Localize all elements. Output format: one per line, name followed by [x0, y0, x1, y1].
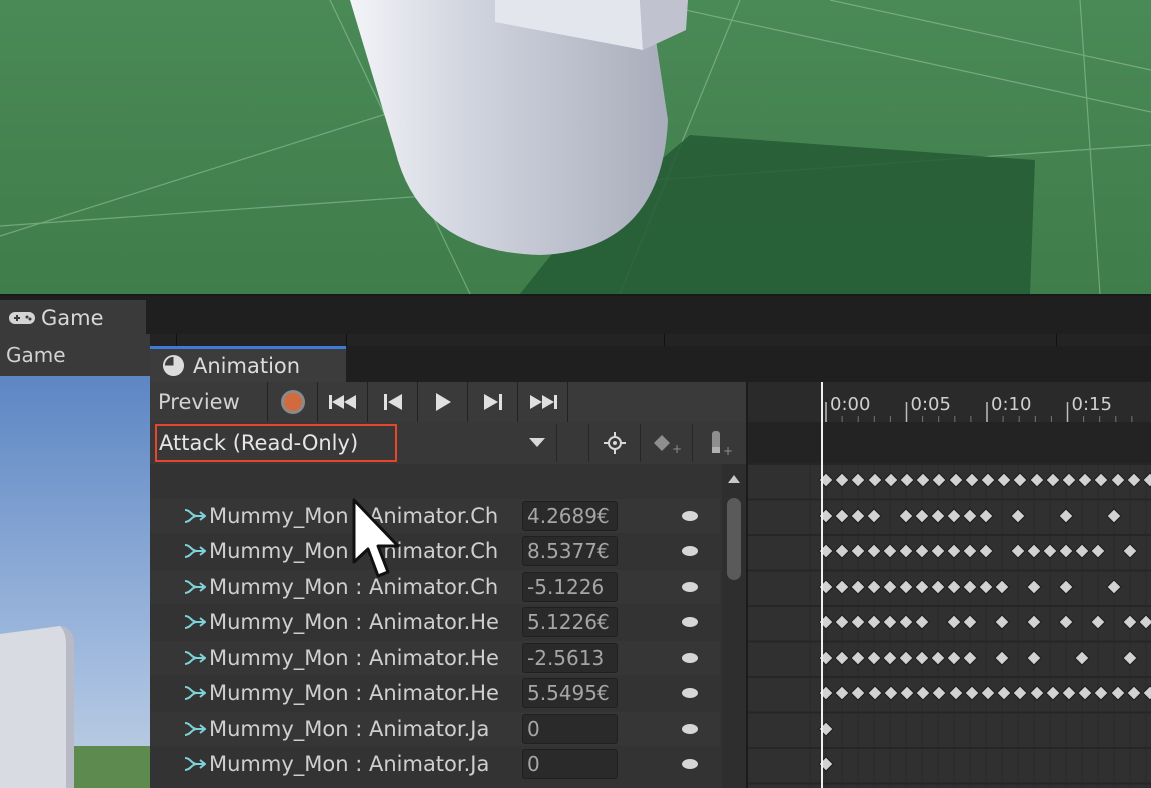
curve-icon — [184, 544, 206, 558]
key-toggle-button[interactable] — [682, 653, 698, 663]
property-value-field[interactable]: 0 — [522, 749, 618, 779]
property-value-field[interactable]: 5.1226€ — [522, 607, 618, 637]
animation-tab-label: Animation — [193, 353, 301, 378]
game-tab-label: Game — [41, 306, 104, 330]
game-display-dropdown[interactable]: Game — [6, 343, 66, 367]
tab-animation[interactable]: Animation — [150, 346, 346, 382]
key-toggle-button[interactable] — [682, 759, 698, 769]
property-row[interactable]: Mummy_Mon : Animator.Ja 0 — [150, 712, 720, 746]
property-list[interactable]: Mummy_Mon : Animator.Ch 4.2689€ Mummy_Mo… — [150, 464, 746, 788]
curve-icon — [184, 580, 206, 594]
property-value-field[interactable]: 0 — [522, 714, 618, 744]
dopesheet-canvas: 0:00 0:05 0:10 0:15 — [748, 382, 1151, 788]
last-key-icon — [529, 395, 557, 409]
property-name: Mummy_Mon : Animator.Ja — [209, 752, 490, 776]
property-row[interactable]: Mummy_Mon : Animator.Ch 8.5377€ — [150, 534, 720, 568]
chevron-down-icon[interactable] — [528, 436, 546, 448]
key-toggle-button[interactable] — [682, 511, 698, 521]
property-value-field[interactable]: 8.5377€ — [522, 536, 618, 566]
animation-window: Animation Preview Attack (Read-Only) + +… — [150, 346, 1151, 788]
key-toggle-button[interactable] — [682, 617, 698, 627]
property-name: Mummy_Mon : Animator.He — [209, 646, 499, 670]
curve-icon — [184, 509, 206, 523]
clock-icon — [162, 354, 185, 377]
clip-toolbar: Attack (Read-Only) + + — [150, 422, 746, 464]
next-key-icon — [483, 394, 502, 410]
property-row[interactable]: Mummy_Mon : Animator.Ja 0 — [150, 747, 720, 781]
clip-dropdown[interactable]: Attack (Read-Only) — [155, 424, 397, 462]
ruler-tick-label: 0:15 — [1072, 394, 1112, 415]
property-row[interactable]: Mummy_Mon : Animator.Ch -5.1226 — [150, 570, 720, 604]
property-row[interactable]: Mummy_Mon : Animator.He -2.5613 — [150, 641, 720, 675]
record-icon — [280, 390, 305, 414]
property-scrollbar[interactable] — [722, 464, 746, 788]
divider — [556, 424, 557, 462]
play-icon — [435, 393, 451, 411]
scene-view[interactable] — [0, 0, 1151, 294]
divider — [1056, 334, 1057, 346]
property-row[interactable]: Mummy_Mon : Animator.He 5.5495€ — [150, 676, 720, 710]
dopesheet[interactable]: 0:00 0:05 0:10 0:15 — [746, 382, 1151, 788]
ruler-tick-label: 0:10 — [991, 394, 1031, 415]
divider — [176, 334, 177, 346]
play-button[interactable] — [418, 382, 468, 422]
last-key-button[interactable] — [518, 382, 568, 422]
first-key-icon — [328, 395, 356, 409]
unity-editor: Game Game Animation Preview Attack (Read… — [0, 0, 1151, 788]
game-view[interactable] — [0, 376, 150, 788]
game-tabbar: Game — [0, 294, 1151, 336]
property-value-field[interactable]: 5.5495€ — [522, 678, 618, 708]
property-name: Mummy_Mon : Animator.He — [209, 681, 499, 705]
curve-icon — [184, 686, 206, 700]
property-value-field[interactable]: -5.1226 — [522, 572, 618, 602]
key-toggle-button[interactable] — [682, 688, 698, 698]
tab-game[interactable]: Game — [0, 300, 146, 336]
curve-icon — [184, 722, 206, 736]
gamepad-icon — [9, 312, 35, 324]
game-toolbar[interactable]: Game — [0, 334, 150, 376]
divider — [664, 334, 665, 346]
curve-icon — [184, 651, 206, 665]
ruler-tick-label: 0:00 — [830, 394, 870, 415]
playback-toolbar: Preview — [150, 382, 746, 454]
curve-icon — [184, 757, 206, 771]
property-value-field[interactable]: -2.5613 — [522, 643, 618, 673]
key-toggle-button[interactable] — [682, 582, 698, 592]
curve-icon — [184, 615, 206, 629]
mouse-cursor-icon — [352, 498, 400, 578]
keyframe-area — [748, 464, 1151, 788]
ruler-tick-label: 0:05 — [911, 394, 951, 415]
key-toggle-button[interactable] — [682, 724, 698, 734]
svg-text:+: + — [672, 442, 682, 454]
divider — [346, 334, 347, 346]
animation-tabstrip: Animation — [150, 346, 1151, 382]
svg-text:+: + — [723, 444, 733, 456]
property-row[interactable]: Mummy_Mon : Animator.He 5.1226€ — [150, 605, 720, 639]
crosshair-icon — [603, 432, 626, 454]
add-keyframe-button[interactable]: + — [640, 424, 692, 462]
property-value-field[interactable]: 4.2689€ — [522, 501, 618, 531]
prev-key-button[interactable] — [368, 382, 418, 422]
property-name: Mummy_Mon : Animator.Ja — [209, 717, 490, 741]
record-button[interactable] — [268, 382, 318, 422]
first-key-button[interactable] — [318, 382, 368, 422]
property-row[interactable]: Mummy_Mon : Animator.Ch 4.2689€ — [150, 499, 720, 533]
add-keyframe-icon: + — [653, 435, 682, 454]
next-key-button[interactable] — [468, 382, 518, 422]
add-event-button[interactable]: + — [692, 424, 744, 462]
scene-render — [0, 0, 1151, 294]
key-toggle-button[interactable] — [682, 546, 698, 556]
scroll-thumb[interactable] — [727, 498, 741, 580]
scroll-up-icon[interactable] — [727, 474, 741, 484]
filter-selection-button[interactable] — [588, 424, 640, 462]
event-lane — [748, 422, 1151, 464]
preview-button[interactable]: Preview — [150, 382, 268, 422]
game-render — [0, 376, 150, 788]
prev-key-icon — [383, 394, 402, 410]
add-event-icon: + — [711, 431, 733, 456]
property-name: Mummy_Mon : Animator.He — [209, 610, 499, 634]
